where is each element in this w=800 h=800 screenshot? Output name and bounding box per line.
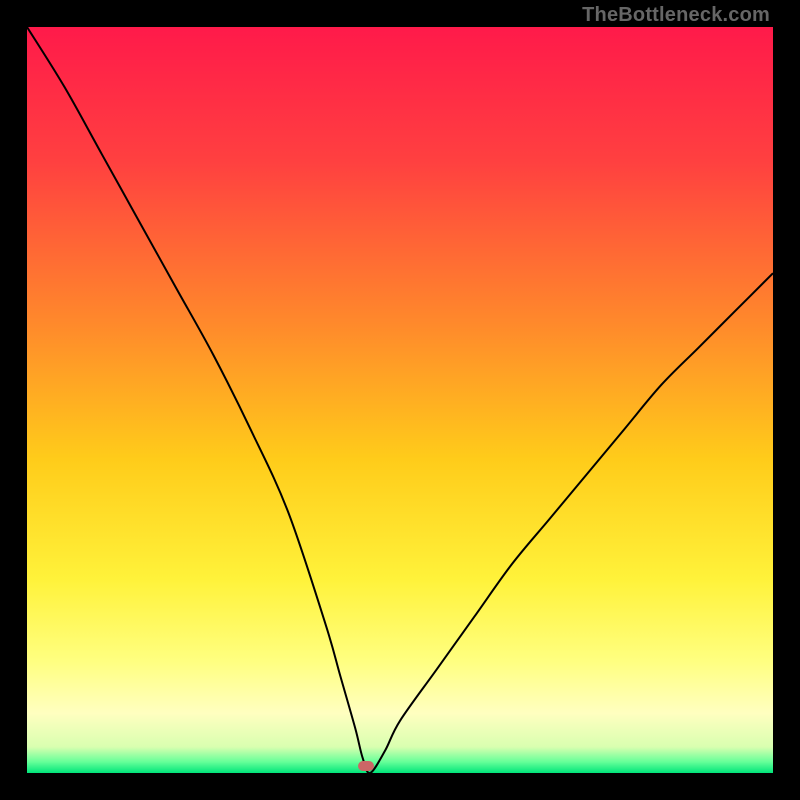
bottleneck-curve bbox=[27, 27, 773, 773]
watermark-text: TheBottleneck.com bbox=[582, 4, 770, 27]
plot-area bbox=[27, 27, 773, 773]
curve-path bbox=[27, 27, 773, 773]
optimal-marker bbox=[358, 761, 374, 771]
chart-frame: TheBottleneck.com bbox=[0, 0, 800, 800]
